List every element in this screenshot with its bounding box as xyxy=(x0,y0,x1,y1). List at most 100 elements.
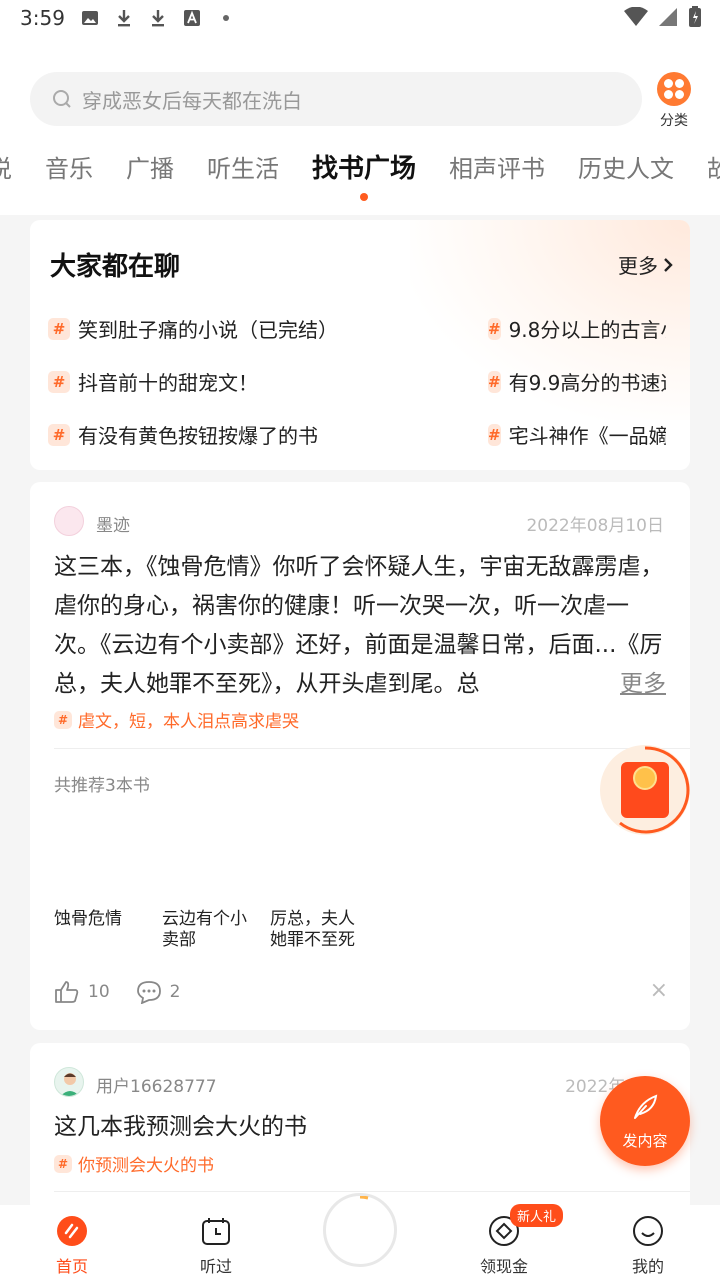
publish-label: 发内容 xyxy=(622,1132,668,1150)
like-count: 10 xyxy=(88,982,110,1002)
nav-home[interactable]: 首页 xyxy=(27,1213,117,1277)
hashtag-icon: # xyxy=(54,1154,72,1173)
grid-icon xyxy=(657,72,691,106)
divider xyxy=(54,748,690,749)
nav-cash-label: 领现金 xyxy=(479,1257,528,1276)
bottom-nav: 首页 听过 领现金 新人礼 我的 xyxy=(0,1193,720,1280)
topic-item[interactable]: # 有没有黄色按钮按爆了的书 xyxy=(48,420,318,449)
hashtag-icon: # xyxy=(488,423,501,446)
nav-me[interactable]: 我的 xyxy=(603,1213,693,1277)
hot-topics-card: 大家都在聊 更多 # 笑到肚子痛的小说（已完结） #9.8分以上的古言小 # 抖音前… xyxy=(30,220,690,470)
hashtag-icon: # xyxy=(48,423,70,446)
expand-more-link[interactable]: 更多 xyxy=(616,665,666,704)
like-button[interactable]: 10 xyxy=(54,980,110,1004)
topic-item[interactable]: #9.8分以上的古言小 xyxy=(488,314,666,343)
close-icon[interactable]: × xyxy=(650,978,668,1003)
hot-topics-title: 大家都在聊 xyxy=(50,252,181,282)
topic-item[interactable]: # 有9.9高分的书速速 xyxy=(488,367,666,396)
topic-item[interactable]: # 宅斗神作《一品嫡 xyxy=(488,420,666,449)
nav-history-label: 听过 xyxy=(199,1257,232,1276)
nav-home-label: 首页 xyxy=(55,1257,88,1276)
post-tag-label: 你预测会大火的书 xyxy=(78,1156,214,1176)
new-user-badge: 新人礼 xyxy=(510,1204,564,1227)
topic-item[interactable]: # 笑到肚子痛的小说（已完结） xyxy=(48,314,338,343)
active-tab-indicator xyxy=(360,192,368,201)
divider xyxy=(54,1191,690,1192)
player-button[interactable] xyxy=(323,1193,397,1267)
tab-life[interactable]: 听生活 xyxy=(207,149,279,184)
username[interactable]: 墨迹 xyxy=(96,511,130,536)
progress-ring xyxy=(359,1195,369,1200)
topic-label: 有9.9高分的书速速 xyxy=(508,371,666,395)
post-tag[interactable]: # 虐文，短，本人泪点高求虐哭 xyxy=(54,707,299,732)
hashtag-icon: # xyxy=(48,370,70,393)
topic-item[interactable]: # 抖音前十的甜宠文！ xyxy=(48,367,258,396)
category-label: 分类 xyxy=(660,113,688,129)
tab-history[interactable]: 历史人文 xyxy=(578,149,674,184)
search-placeholder: 穿成恶女后每天都在洗白 xyxy=(82,88,302,113)
tab-find-books[interactable]: 找书广场 xyxy=(312,148,417,201)
topic-label: 宅斗神作《一品嫡 xyxy=(508,424,666,448)
notification-icons xyxy=(80,8,236,28)
tab-story[interactable]: 故 xyxy=(707,149,720,184)
tab-novel[interactable]: 说 xyxy=(0,149,12,184)
book-title[interactable]: 蚀骨危情 xyxy=(54,909,154,930)
hashtag-icon: # xyxy=(488,317,501,340)
smile-icon xyxy=(633,1216,663,1246)
comment-button[interactable]: 2 xyxy=(136,980,180,1004)
post-date: 2022年08月10日 xyxy=(526,516,664,536)
status-time: 3:59 xyxy=(20,6,65,30)
post-card[interactable]: 用户16628777 2022年07月 这几本我预测会大火的书 #你预测会大火的… xyxy=(30,1043,690,1213)
tab-music[interactable]: 音乐 xyxy=(45,149,93,184)
hashtag-icon: # xyxy=(488,370,501,393)
recommend-count: 共推荐3本书 xyxy=(54,776,150,796)
font-icon xyxy=(182,8,202,28)
thumbs-up-icon xyxy=(55,981,79,1003)
dot-icon xyxy=(216,8,236,28)
tab-crosstalk[interactable]: 相声评书 xyxy=(449,149,545,184)
post-text[interactable]: 这几本我预测会大火的书 xyxy=(54,1108,669,1147)
avatar[interactable] xyxy=(54,506,84,536)
home-icon xyxy=(57,1216,87,1246)
book-title[interactable]: 厉总，夫人她罪不至死 xyxy=(270,909,370,951)
publish-button[interactable]: 发内容 xyxy=(600,1076,690,1166)
system-icons xyxy=(624,6,702,28)
signal-icon xyxy=(659,8,677,26)
battery-icon xyxy=(689,6,701,27)
book-title[interactable]: 云边有个小卖部 xyxy=(162,909,262,951)
nav-me-label: 我的 xyxy=(631,1257,664,1276)
tab-radio[interactable]: 广播 xyxy=(126,149,174,184)
download-icon xyxy=(114,8,134,28)
header: 穿成恶女后每天都在洗白 分类 说 音乐 广播 听生活 找书广场 相声评书 历史人… xyxy=(0,40,720,215)
post-tag-label: 虐文，短，本人泪点高求虐哭 xyxy=(78,712,299,732)
topic-label: 笑到肚子痛的小说（已完结） xyxy=(78,318,338,342)
category-button[interactable]: 分类 xyxy=(652,72,696,130)
hashtag-icon: # xyxy=(54,710,72,729)
post-tag[interactable]: # 你预测会大火的书 xyxy=(54,1151,214,1176)
hot-topics-more-button[interactable]: 更多 xyxy=(618,250,674,279)
image-icon xyxy=(80,8,100,28)
nav-history[interactable]: 听过 xyxy=(171,1213,261,1277)
comment-icon xyxy=(136,981,161,1004)
topic-label: 有没有黄色按钮按爆了的书 xyxy=(78,424,318,448)
post-actions: 10 2 xyxy=(54,980,206,1004)
post-body: 这三本，《蚀骨危情》你听了会怀疑人生，宇宙无敌霹雳虐，虐你的身心，祸害你的健康！… xyxy=(54,554,664,697)
username[interactable]: 用户16628777 xyxy=(96,1072,217,1097)
wifi-icon xyxy=(624,7,648,26)
topic-label: 9.8分以上的古言小 xyxy=(508,318,666,342)
tab-bar: 说 音乐 广播 听生活 找书广场 相声评书 历史人文 故 xyxy=(0,142,720,201)
hashtag-icon: # xyxy=(48,317,70,340)
feather-pen-icon xyxy=(634,1094,658,1119)
red-packet-button[interactable] xyxy=(600,745,690,835)
history-icon xyxy=(202,1218,230,1245)
post-card[interactable]: 墨迹 2022年08月10日 这三本，《蚀骨危情》你听了会怀疑人生，宇宙无敌霹雳… xyxy=(30,482,690,1030)
red-envelope-icon xyxy=(621,762,669,818)
search-input[interactable]: 穿成恶女后每天都在洗白 xyxy=(30,72,642,126)
tab-find-books-label: 找书广场 xyxy=(312,153,417,184)
topic-label: 抖音前十的甜宠文！ xyxy=(78,371,258,395)
search-icon xyxy=(53,90,71,108)
post-text[interactable]: 这三本，《蚀骨危情》你听了会怀疑人生，宇宙无敌霹雳虐，虐你的身心，祸害你的健康！… xyxy=(54,548,669,704)
chevron-right-icon xyxy=(664,257,673,272)
post-body: 这几本我预测会大火的书 xyxy=(54,1114,307,1140)
avatar[interactable] xyxy=(54,1067,84,1097)
